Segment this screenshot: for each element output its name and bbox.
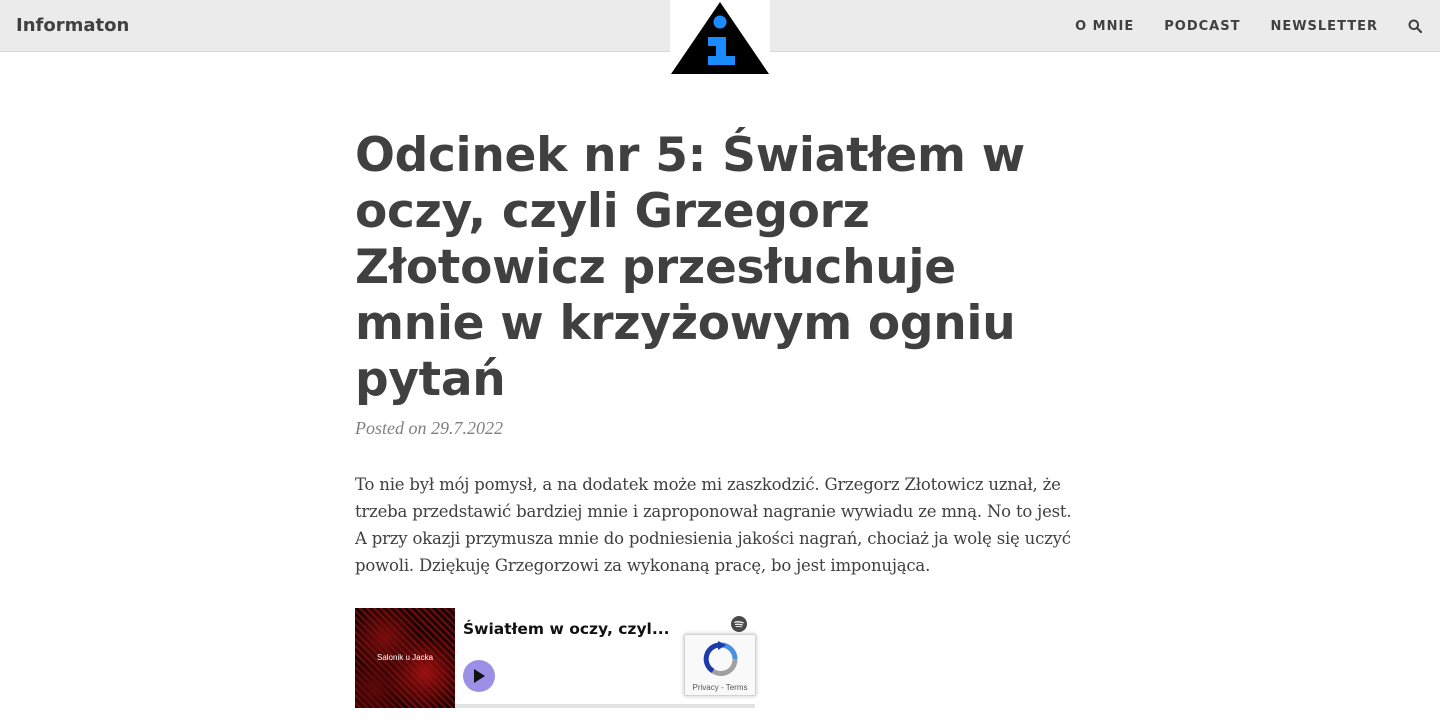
article: Odcinek nr 5: Światłem w oczy, czyli Grz…	[355, 128, 1085, 579]
cover-text: Salonik u Jacka	[376, 653, 434, 662]
nav-item-podcast[interactable]: PODCAST	[1164, 19, 1240, 34]
episode-cover[interactable]: Salonik u Jacka	[355, 608, 455, 708]
info-logo-icon	[671, 2, 769, 74]
main-nav: O MNIE PODCAST NEWSLETTER	[1045, 0, 1440, 52]
progress-bar[interactable]	[455, 704, 755, 708]
top-navbar: Informaton O MNIE PODCAST NEWSLETTER	[0, 0, 1440, 76]
episode-title[interactable]: Światłem w oczy, czyl...	[463, 620, 670, 638]
article-title: Odcinek nr 5: Światłem w oczy, czyli Grz…	[355, 128, 1025, 407]
post-meta: Posted on 29.7.2022	[355, 418, 1085, 439]
article-body: To nie był mój pomysł, a na dodatek może…	[355, 475, 1072, 575]
spotify-icon[interactable]	[731, 616, 747, 632]
recaptcha-icon	[703, 641, 738, 676]
post-date[interactable]: 29.7.2022	[431, 418, 503, 438]
nav-item-o-mnie[interactable]: O MNIE	[1075, 19, 1134, 34]
search-icon[interactable]	[1408, 18, 1424, 34]
site-logo[interactable]	[670, 0, 770, 76]
brand-link[interactable]: Informaton	[16, 15, 129, 36]
recaptcha-badge[interactable]: Privacy - Terms	[684, 634, 756, 696]
recaptcha-links[interactable]: Privacy - Terms	[685, 683, 755, 692]
play-icon	[474, 669, 485, 683]
nav-item-newsletter[interactable]: NEWSLETTER	[1270, 19, 1378, 34]
play-button[interactable]	[463, 660, 495, 692]
posted-prefix: Posted on	[355, 418, 427, 438]
